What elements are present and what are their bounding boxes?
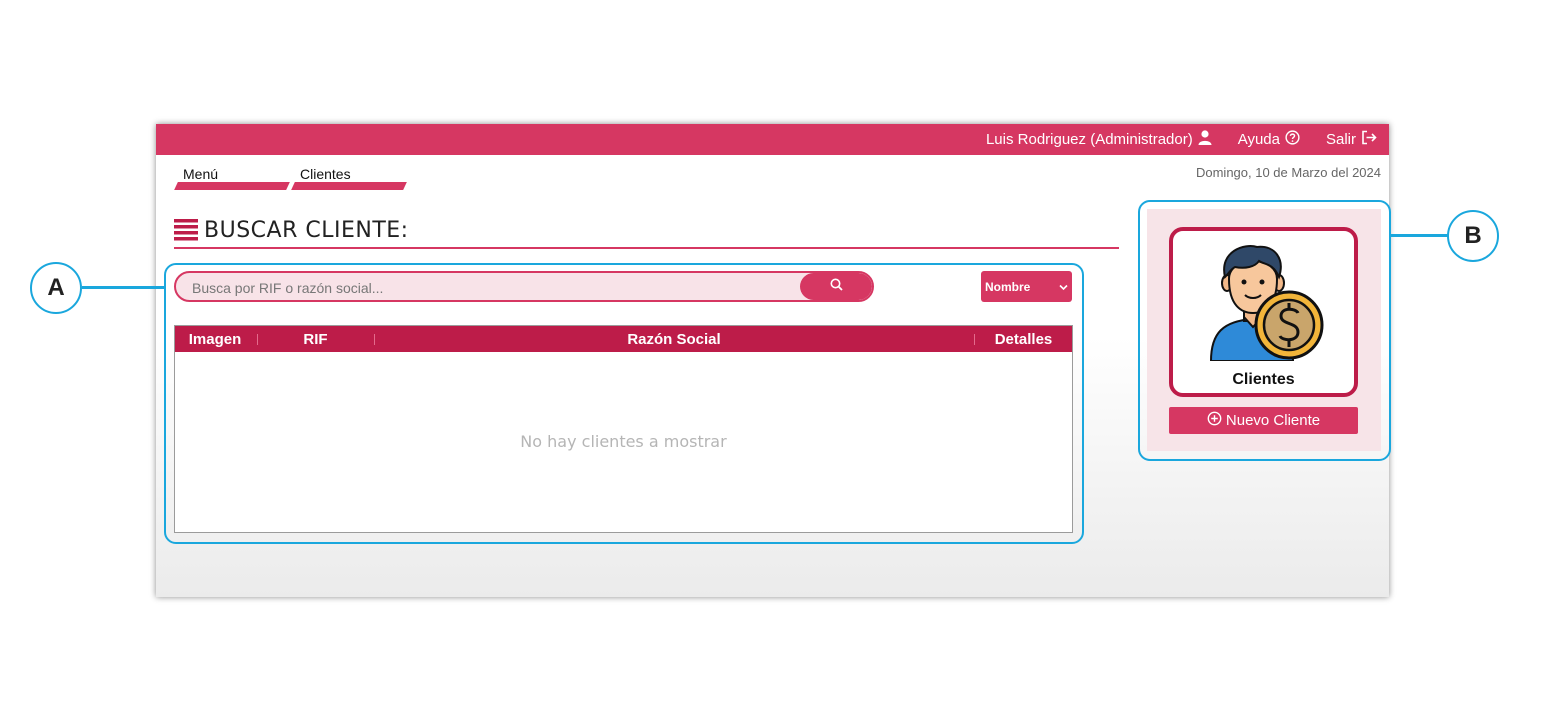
top-bar: Luis Rodriguez (Administrador) Ayuda Sal… [156, 124, 1389, 155]
list-icon [174, 219, 198, 246]
page-title-row: BUSCAR CLIENTE: [174, 216, 1119, 249]
breadcrumb-clientes-label: Clientes [300, 166, 351, 182]
breadcrumb-clientes[interactable]: Clientes [291, 164, 410, 190]
user-name: Luis Rodriguez (Administrador) [985, 131, 1193, 148]
current-date: Domingo, 10 de Marzo del 2024 [1195, 165, 1381, 180]
user-menu[interactable]: Luis Rodriguez (Administrador) [986, 130, 1212, 149]
breadcrumb-menu-label: Menú [183, 166, 219, 182]
exit-label: Salir [1325, 131, 1356, 148]
annotation-connector-a [82, 286, 165, 289]
breadcrumb-underline [174, 182, 290, 190]
annotation-frame-b [1138, 200, 1391, 461]
breadcrumb-underline [291, 182, 407, 190]
user-icon [1198, 130, 1212, 149]
breadcrumb-menu[interactable]: Menú [174, 164, 293, 190]
breadcrumb: Menú Clientes [174, 164, 410, 190]
page-title: BUSCAR CLIENTE: [204, 218, 409, 243]
annotation-frame-a [164, 263, 1084, 544]
help-label: Ayuda [1237, 131, 1280, 148]
annotation-connector-b [1390, 234, 1449, 237]
exit-link[interactable]: Salir [1326, 130, 1377, 149]
sign-out-icon [1361, 130, 1377, 149]
help-link[interactable]: Ayuda [1238, 130, 1300, 149]
annotation-callout-a: A [30, 262, 82, 314]
question-circle-icon [1285, 130, 1300, 149]
annotation-callout-b: B [1447, 210, 1499, 262]
